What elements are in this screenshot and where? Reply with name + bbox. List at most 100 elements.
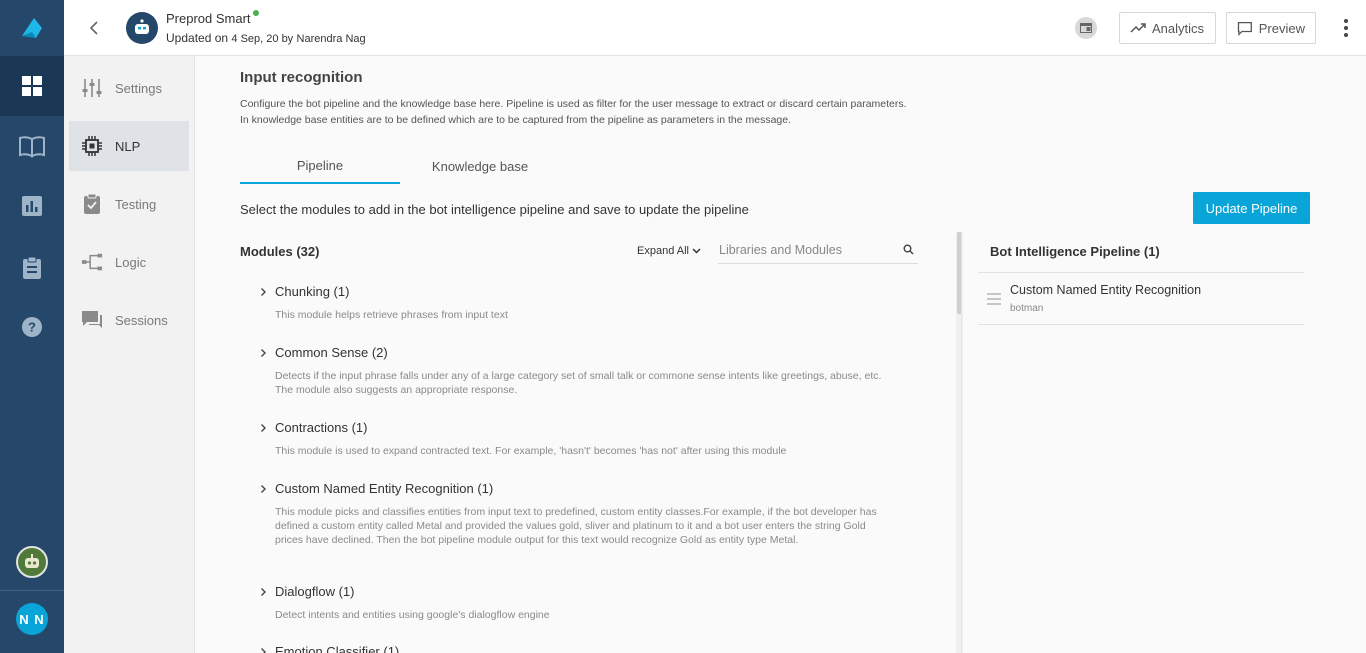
subnav-label: Sessions: [115, 312, 168, 328]
window-icon: [1080, 23, 1092, 33]
clipboard-check-icon: [81, 193, 103, 215]
module-item[interactable]: Custom Named Entity Recognition (1) This…: [260, 481, 880, 547]
bot-name: Preprod Smart: [166, 11, 251, 26]
pipeline-item-name: Custom Named Entity Recognition: [1010, 283, 1202, 297]
user-avatar[interactable]: N N: [16, 603, 48, 635]
trending-up-icon: [1130, 23, 1146, 33]
expand-all-label: Expand All: [637, 245, 689, 257]
updated-by: Narendra Nag: [296, 33, 366, 45]
module-item[interactable]: Contractions (1) This module is used to …: [260, 420, 880, 458]
subnav-label: Testing: [115, 196, 157, 212]
kommunicate-logo-icon: [22, 18, 42, 38]
pipeline-item[interactable]: Custom Named Entity Recognition botman: [985, 282, 1295, 318]
updated-by-prefix: by: [281, 33, 294, 45]
module-name: Emotion Classifier (1): [275, 644, 400, 653]
top-header: Preprod Smart Updated on 4 Sep, 20 by Na…: [64, 0, 1366, 56]
dashboard-icon: [22, 76, 42, 96]
pipeline-item-source: botman: [1010, 303, 1044, 314]
analytics-button[interactable]: Analytics: [1119, 12, 1216, 44]
rail-item-dashboard[interactable]: [0, 56, 64, 116]
more-options-button[interactable]: [1334, 16, 1358, 40]
layout-toggle-button[interactable]: [1075, 17, 1097, 39]
robot-icon: [25, 554, 39, 568]
chevron-right-icon[interactable]: [260, 484, 267, 494]
kebab-menu-icon: [1344, 19, 1348, 37]
subnav-item-nlp[interactable]: NLP: [69, 121, 189, 171]
chat-bubble-icon: [1237, 21, 1252, 36]
chevron-right-icon[interactable]: [260, 348, 267, 358]
panel-divider: [961, 232, 962, 653]
page-description: Configure the bot pipeline and the knowl…: [240, 96, 980, 128]
module-name: Custom Named Entity Recognition (1): [275, 481, 494, 496]
page-title: Input recognition: [240, 69, 363, 86]
chevron-down-icon: [692, 248, 701, 254]
module-description: Detects if the input phrase falls under …: [275, 370, 882, 396]
module-name: Contractions (1): [275, 420, 368, 435]
preview-button[interactable]: Preview: [1226, 12, 1316, 44]
subnav-label: Settings: [115, 80, 162, 96]
subnav-item-settings[interactable]: Settings: [69, 63, 189, 113]
subnav-label: Logic: [115, 254, 147, 270]
chip-icon: [81, 135, 103, 157]
bot-avatar-header: [126, 12, 158, 44]
chevron-right-icon[interactable]: [260, 423, 267, 433]
module-name: Common Sense (2): [275, 345, 388, 360]
app-logo[interactable]: [0, 0, 64, 56]
analytics-label: Analytics: [1152, 20, 1205, 36]
rail-item-book[interactable]: [0, 116, 64, 176]
subnav-label: NLP: [115, 138, 141, 154]
pipeline-divider: [978, 272, 1304, 273]
drag-handle-icon[interactable]: [987, 293, 1001, 305]
module-item[interactable]: Emotion Classifier (1): [260, 644, 880, 653]
updated-prefix: Updated on: [166, 31, 229, 45]
help-icon: ?: [22, 317, 42, 337]
module-name: Dialogflow (1): [275, 584, 355, 599]
pipeline-title: Bot Intelligence Pipeline (1): [990, 244, 1160, 259]
module-description: This module picks and classifies entitie…: [275, 506, 877, 546]
chevron-right-icon[interactable]: [260, 587, 267, 597]
back-button[interactable]: [82, 16, 106, 40]
bot-avatar[interactable]: [16, 546, 48, 578]
flow-icon: [81, 251, 103, 273]
module-description: This module helps retrieve phrases from …: [275, 309, 508, 321]
subnav-item-testing[interactable]: Testing: [69, 179, 189, 229]
tab-pipeline[interactable]: Pipeline: [240, 148, 400, 184]
pipeline-instruction: Select the modules to add in the bot int…: [240, 202, 749, 217]
bot-settings-nav: Settings NLP Testing Logic Sessions: [64, 56, 195, 653]
updated-date: 4 Sep, 20: [231, 33, 279, 45]
tab-knowledge-base[interactable]: Knowledge base: [400, 148, 560, 184]
expand-all-button[interactable]: Expand All: [637, 245, 701, 257]
search-icon[interactable]: [903, 244, 914, 255]
clipboard-icon: [23, 256, 41, 279]
chevron-right-icon[interactable]: [260, 647, 267, 653]
robot-icon: [135, 19, 149, 34]
sliders-icon: [81, 77, 103, 99]
rail-item-help[interactable]: ?: [0, 297, 64, 357]
left-rail: ? N N: [0, 0, 64, 653]
module-name: Chunking (1): [275, 284, 350, 299]
module-item[interactable]: Common Sense (2) Detects if the input ph…: [260, 345, 881, 397]
rail-item-reports[interactable]: [0, 176, 64, 236]
subnav-item-logic[interactable]: Logic: [69, 237, 189, 287]
online-status-dot: [253, 10, 259, 16]
pipeline-divider: [978, 324, 1304, 325]
book-icon: [19, 136, 45, 158]
module-description: Detect intents and entities using google…: [275, 609, 550, 621]
chevron-left-icon: [89, 21, 98, 35]
bar-chart-icon: [22, 196, 42, 216]
module-item[interactable]: Dialogflow (1) Detect intents and entiti…: [260, 584, 880, 622]
updated-info: Updated on 4 Sep, 20 by Narendra Nag: [166, 31, 366, 45]
module-item[interactable]: Chunking (1) This module helps retrieve …: [260, 284, 880, 322]
module-description: This module is used to expand contracted…: [275, 445, 787, 457]
preview-label: Preview: [1258, 20, 1305, 36]
description-line: Configure the bot pipeline and the knowl…: [240, 98, 907, 110]
rail-item-tasks[interactable]: [0, 238, 64, 298]
update-pipeline-button[interactable]: Update Pipeline: [1193, 192, 1310, 224]
rail-divider: [0, 590, 64, 591]
modules-title: Modules (32): [240, 244, 320, 259]
subnav-item-sessions[interactable]: Sessions: [69, 295, 189, 345]
description-line: In knowledge base entities are to be def…: [240, 114, 791, 126]
module-search: [718, 236, 918, 264]
chevron-right-icon[interactable]: [260, 287, 267, 297]
module-search-input[interactable]: [718, 242, 898, 257]
